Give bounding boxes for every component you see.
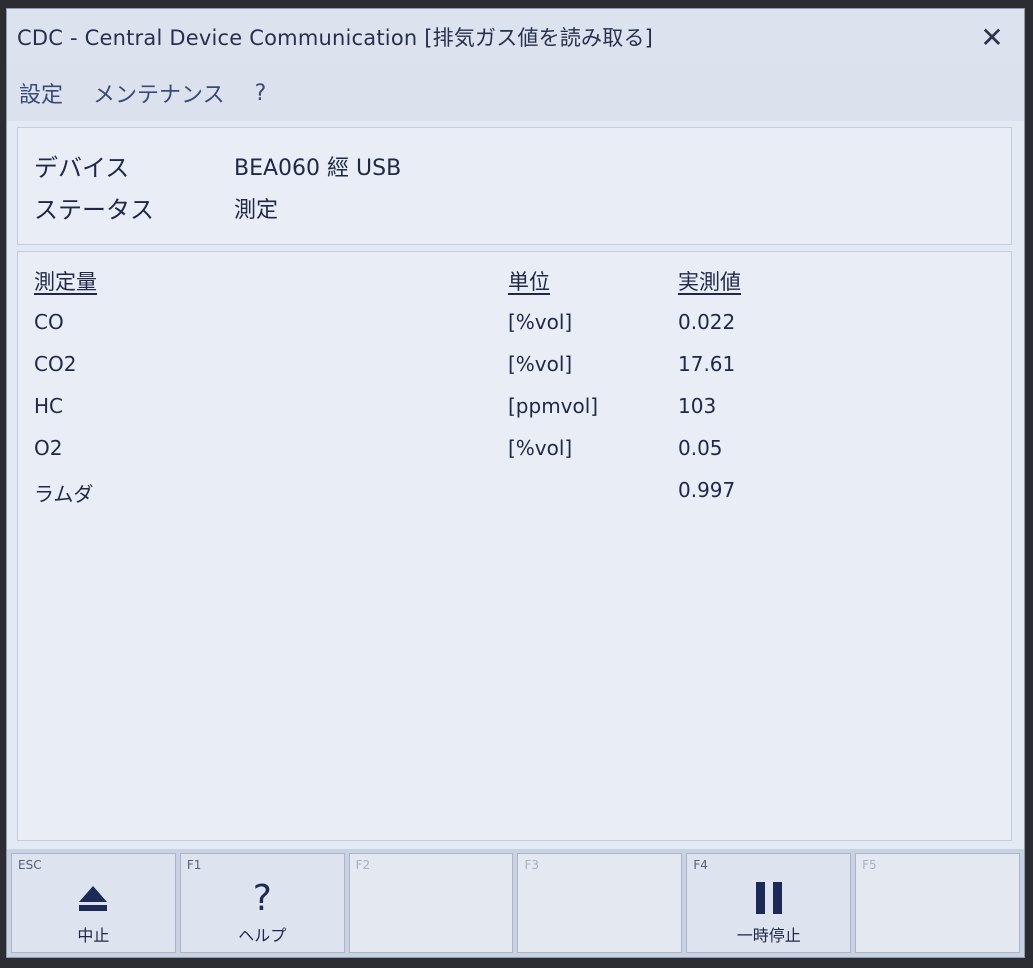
row-unit: [%vol] xyxy=(508,436,573,460)
esc-cancel-button[interactable]: ESC 中止 xyxy=(11,853,176,953)
table-header: 測定量 単位 実測値 xyxy=(18,266,1011,300)
close-icon: ✕ xyxy=(980,20,1004,54)
row-quantity: CO xyxy=(34,310,64,334)
device-info-panel: デバイス BEA060 經 USB ステータス 測定 xyxy=(17,127,1012,245)
key-label: 一時停止 xyxy=(736,926,801,945)
key-name: F2 xyxy=(355,858,371,872)
table-row: CO2 [%vol] 17.61 xyxy=(18,352,1011,386)
device-value: BEA060 經 USB xyxy=(234,155,402,181)
header-quantity: 測定量 xyxy=(34,270,97,294)
f5-button: F5 xyxy=(855,853,1020,953)
window-title: CDC - Central Device Communication [排気ガス… xyxy=(17,26,654,50)
key-name: F1 xyxy=(186,858,202,872)
eject-icon xyxy=(79,885,108,911)
header-unit: 単位 xyxy=(508,270,550,294)
row-value: 0.05 xyxy=(678,436,723,460)
status-label: ステータス xyxy=(34,196,154,224)
table-row: ラムダ 0.997 xyxy=(18,478,1011,512)
f4-pause-button[interactable]: F4 一時停止 xyxy=(686,853,852,953)
table-row: CO [%vol] 0.022 xyxy=(18,310,1011,344)
key-label: ヘルプ xyxy=(238,926,287,945)
header-value: 実測値 xyxy=(678,270,741,294)
status-row: ステータス 測定 xyxy=(34,190,278,225)
row-value: 0.022 xyxy=(678,310,736,334)
f3-button: F3 xyxy=(517,853,683,953)
row-quantity: CO2 xyxy=(34,352,77,376)
measurement-table: 測定量 単位 実測値 CO [%vol] 0.022 CO2 [%vol] 17… xyxy=(17,251,1012,841)
key-name: F4 xyxy=(693,858,708,872)
table-row: O2 [%vol] 0.05 xyxy=(18,436,1011,470)
function-key-bar: ESC 中止 F1 ? ヘルプ F2 F3 F4 一時停止 F5 xyxy=(7,849,1024,957)
key-name: F5 xyxy=(862,858,877,872)
menu-item-help[interactable]: ? xyxy=(255,81,267,106)
row-unit: [%vol] xyxy=(508,310,573,334)
row-unit: [%vol] xyxy=(508,352,573,376)
device-label: デバイス xyxy=(34,154,130,182)
key-name: ESC xyxy=(18,858,42,872)
status-value: 測定 xyxy=(234,197,279,223)
device-row: デバイス BEA060 經 USB xyxy=(34,148,401,183)
title-bar: CDC - Central Device Communication [排気ガス… xyxy=(7,9,1024,65)
key-label: 中止 xyxy=(77,926,110,945)
app-window: CDC - Central Device Communication [排気ガス… xyxy=(6,8,1025,958)
row-value: 0.997 xyxy=(678,478,736,502)
menu-bar: 設定 メンテナンス ? xyxy=(7,65,1024,121)
row-quantity: HC xyxy=(34,394,64,418)
row-value: 17.61 xyxy=(678,352,736,376)
key-name: F3 xyxy=(524,858,540,872)
row-quantity: ラムダ xyxy=(34,482,94,506)
row-quantity: O2 xyxy=(34,436,63,460)
pause-icon xyxy=(755,882,782,914)
row-value: 103 xyxy=(678,394,717,418)
table-row: HC [ppmvol] 103 xyxy=(18,394,1011,428)
f2-button: F2 xyxy=(348,853,514,953)
help-icon: ? xyxy=(252,877,272,919)
f1-help-button[interactable]: F1 ? ヘルプ xyxy=(179,853,345,953)
menu-item-maintenance[interactable]: メンテナンス xyxy=(93,77,225,109)
row-unit: [ppmvol] xyxy=(508,394,599,418)
close-button[interactable]: ✕ xyxy=(974,19,1010,55)
menu-item-settings[interactable]: 設定 xyxy=(19,77,63,109)
